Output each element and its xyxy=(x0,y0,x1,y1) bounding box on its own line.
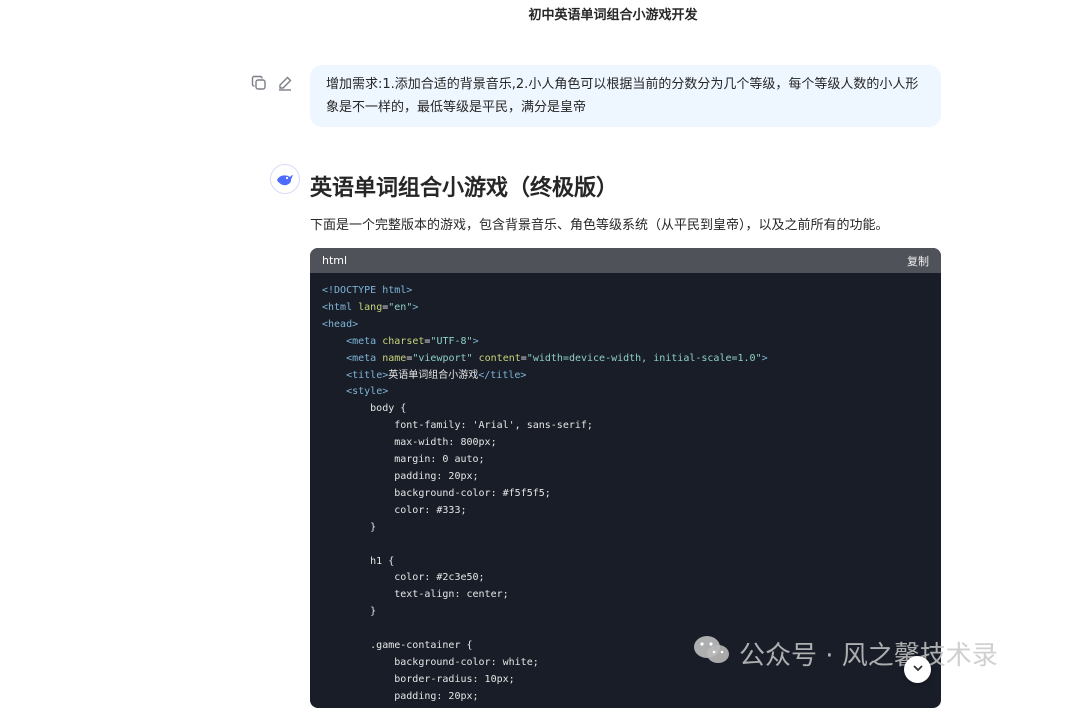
user-message-actions xyxy=(250,74,294,92)
code-line: <head> xyxy=(322,318,359,330)
code-line: h1 { xyxy=(322,555,395,567)
watermark: 公众号 · 风之馨技术录 xyxy=(693,634,998,673)
assistant-avatar-icon xyxy=(270,164,300,194)
user-message-bubble: 增加需求:1.添加合适的背景音乐,2.小人角色可以根据当前的分数分为几个等级，每… xyxy=(310,65,941,127)
code-line: padding: 20px; xyxy=(322,690,479,702)
code-line: body { xyxy=(322,403,407,415)
code-line: color: #333; xyxy=(322,504,467,516)
chevron-down-icon xyxy=(911,660,925,679)
code-line: color: #2c3e50; xyxy=(322,572,485,584)
wechat-icon xyxy=(693,634,731,673)
code-line: border-radius: 10px; xyxy=(322,673,515,685)
answer-intro: 下面是一个完整版本的游戏，包含背景音乐、角色等级系统（从平民到皇帝），以及之前所… xyxy=(310,218,889,233)
code-line: <meta charset="UTF-8"> xyxy=(346,335,479,347)
code-line: background-color: #f5f5f5; xyxy=(322,487,551,499)
code-line: margin: 0 auto; xyxy=(322,454,485,466)
answer-title: 英语单词组合小游戏（终极版） xyxy=(310,176,619,201)
code-line: max-width: 800px; xyxy=(322,437,497,449)
code-line: .game-container { xyxy=(322,640,473,652)
code-line: } xyxy=(322,606,377,618)
copy-code-button[interactable]: 复制 xyxy=(907,253,929,269)
code-line: padding: 20px; xyxy=(322,470,479,482)
scroll-to-bottom-button[interactable] xyxy=(904,656,931,683)
code-language-label: html xyxy=(322,254,348,267)
code-line: text-align: center; xyxy=(322,589,509,601)
code-header: html 复制 xyxy=(310,248,941,273)
code-line: } xyxy=(322,521,377,533)
code-line: font-family: 'Arial', sans-serif; xyxy=(322,420,593,432)
code-line: <!DOCTYPE html> xyxy=(322,285,413,296)
code-line: <title>英语单词组合小游戏</title> xyxy=(346,369,527,381)
page-title: 初中英语单词组合小游戏开发 xyxy=(528,8,698,23)
watermark-text: 公众号 · 风之馨技术录 xyxy=(739,641,998,671)
edit-icon[interactable] xyxy=(276,74,294,92)
code-line: <html lang="en"> xyxy=(322,301,419,313)
code-line: <meta name="viewport" content="width=dev… xyxy=(346,352,768,364)
code-line: background-color: white; xyxy=(322,656,539,668)
copy-icon[interactable] xyxy=(250,74,268,92)
code-line: <style> xyxy=(346,386,389,398)
